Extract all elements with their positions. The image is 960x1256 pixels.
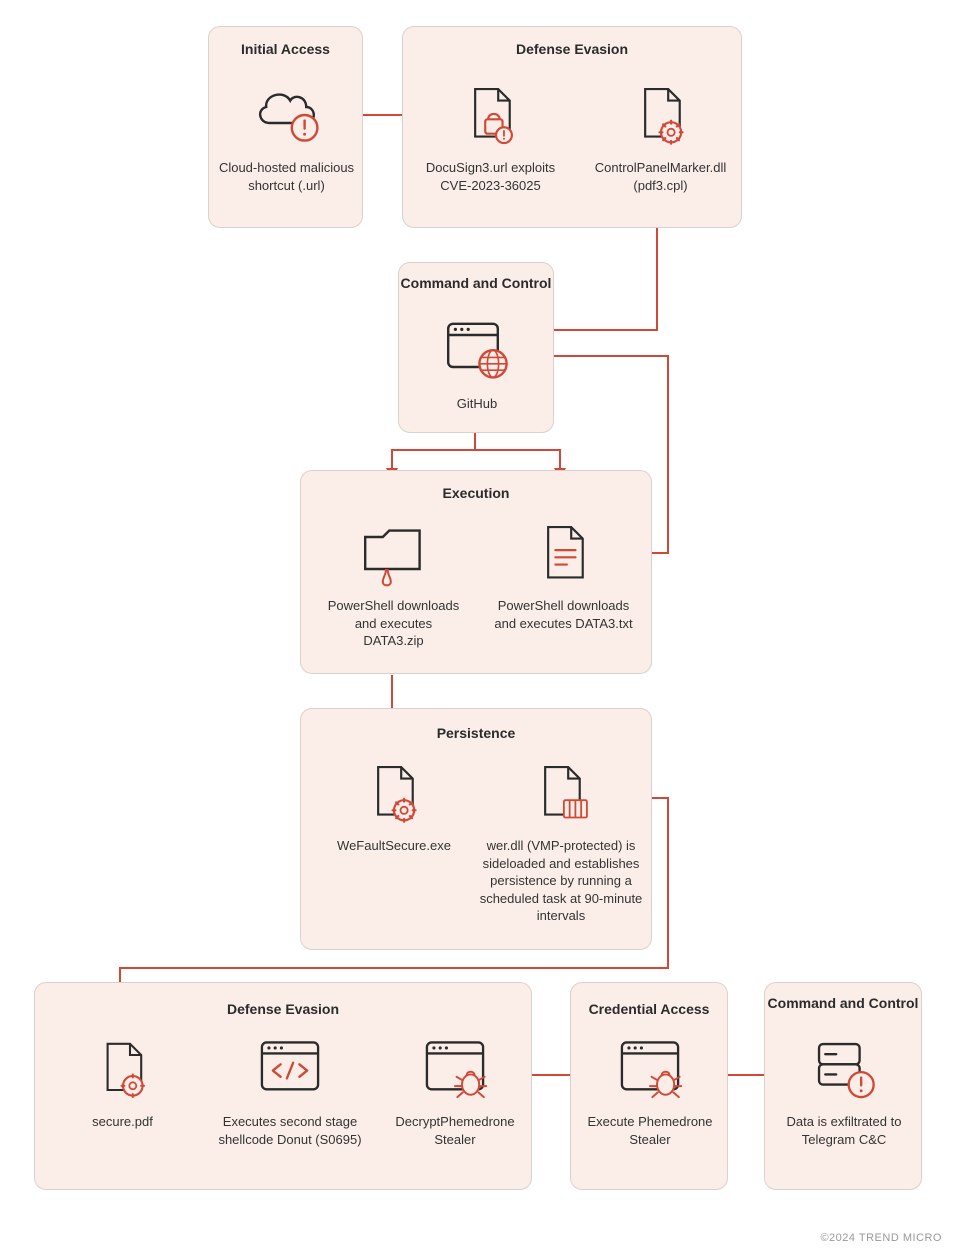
node-werdll: wer.dll (VMP-protected) is sideloaded an… xyxy=(471,753,651,925)
node-decrypt: DecryptPhemedrone Stealer xyxy=(375,1029,535,1148)
node-wefault: WeFaultSecure.exe xyxy=(319,753,469,855)
node-ps-txt: PowerShell downloads and executes DATA3.… xyxy=(491,513,636,632)
file-lock-alert-icon xyxy=(451,75,531,155)
box-title: Execution xyxy=(301,485,651,501)
node-label: Data is exfiltrated to Telegram C&C xyxy=(774,1113,914,1148)
browser-code-icon xyxy=(250,1029,330,1109)
box-defense-evasion-2: Defense Evasion secure.pdf xyxy=(34,982,532,1190)
folder-drip-icon xyxy=(354,513,434,593)
node-cloud-shortcut: Cloud-hosted malicious shortcut (.url) xyxy=(209,75,364,194)
box-c2-1: Command and Control GitHub xyxy=(398,262,554,433)
server-alert-icon xyxy=(804,1029,884,1109)
box-c2-2: Command and Control Data is exfiltrated … xyxy=(764,982,922,1190)
file-gear-icon xyxy=(83,1029,163,1109)
node-label: secure.pdf xyxy=(92,1113,153,1131)
node-label: PowerShell downloads and executes DATA3.… xyxy=(324,597,464,650)
box-title: Initial Access xyxy=(209,41,362,57)
node-donut: Executes second stage shellcode Donut (S… xyxy=(210,1029,370,1148)
node-label: WeFaultSecure.exe xyxy=(337,837,451,855)
file-library-icon xyxy=(521,753,601,833)
node-label: GitHub xyxy=(457,395,497,413)
node-controlpanel: ControlPanelMarker.dll (pdf3.cpl) xyxy=(588,75,733,194)
box-execution: Execution PowerShell downloads and execu… xyxy=(300,470,652,674)
node-label: Cloud-hosted malicious shortcut (.url) xyxy=(217,159,357,194)
box-defense-evasion-1: Defense Evasion DocuSign3.url exploits C… xyxy=(402,26,742,228)
file-gear-icon xyxy=(621,75,701,155)
node-label: DocuSign3.url exploits CVE-2023-36025 xyxy=(426,159,556,194)
node-label: ControlPanelMarker.dll (pdf3.cpl) xyxy=(588,159,733,194)
file-lines-icon xyxy=(524,513,604,593)
node-label: DecryptPhemedrone Stealer xyxy=(380,1113,530,1148)
node-execute-stealer: Execute Phemedrone Stealer xyxy=(571,1029,729,1148)
box-title: Persistence xyxy=(301,725,651,741)
node-securepdf: secure.pdf xyxy=(55,1029,190,1131)
file-gear-icon xyxy=(354,753,434,833)
browser-bug-icon xyxy=(415,1029,495,1109)
node-docusign: DocuSign3.url exploits CVE-2023-36025 xyxy=(423,75,558,194)
copyright-footer: ©2024 TREND MICRO xyxy=(820,1232,942,1244)
browser-globe-icon xyxy=(437,311,517,391)
box-title: Command and Control xyxy=(765,995,921,1011)
node-label: wer.dll (VMP-protected) is sideloaded an… xyxy=(474,837,649,925)
node-label: PowerShell downloads and executes DATA3.… xyxy=(494,597,634,632)
box-title: Command and Control xyxy=(399,275,553,291)
box-credential-access: Credential Access Execute Phemedrone Ste… xyxy=(570,982,728,1190)
box-title: Credential Access xyxy=(571,1001,727,1017)
node-label: Executes second stage shellcode Donut (S… xyxy=(215,1113,365,1148)
node-ps-zip: PowerShell downloads and executes DATA3.… xyxy=(321,513,466,650)
cloud-alert-icon xyxy=(247,75,327,155)
box-initial-access: Initial Access Cloud-hosted malicious sh… xyxy=(208,26,363,228)
box-title: Defense Evasion xyxy=(35,1001,531,1017)
node-exfil: Data is exfiltrated to Telegram C&C xyxy=(765,1029,923,1148)
node-label: Execute Phemedrone Stealer xyxy=(585,1113,715,1148)
browser-bug-icon xyxy=(610,1029,690,1109)
box-persistence: Persistence WeFaultSecure.exe xyxy=(300,708,652,950)
box-title: Defense Evasion xyxy=(403,41,741,57)
node-github: GitHub xyxy=(399,311,555,413)
